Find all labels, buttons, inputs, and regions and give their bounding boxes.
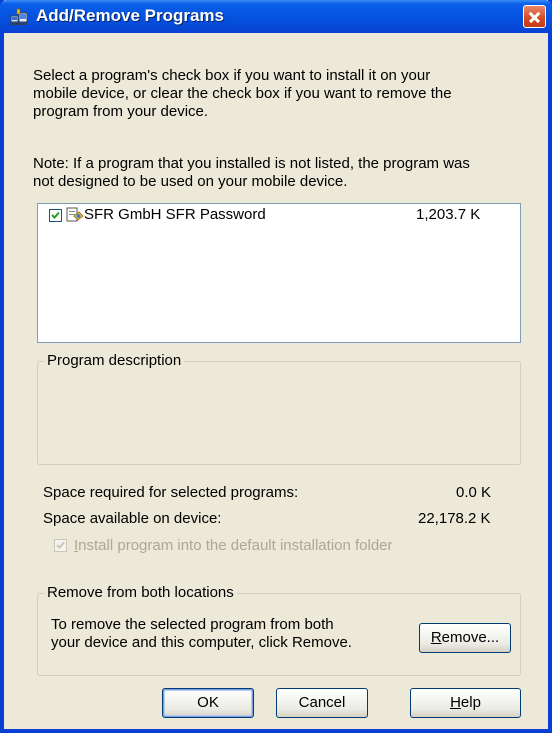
install-default-checkbox-row[interactable]: Install program into the default install…	[54, 536, 474, 556]
install-default-label: Install program into the default install…	[74, 537, 393, 555]
list-item[interactable]: SFR GmbH SFR Password 1,203.7 K	[38, 204, 520, 226]
remove-instructions-line-1: To remove the selected program from both	[51, 616, 334, 633]
space-required-value: 0.0 K	[456, 484, 492, 501]
close-icon[interactable]	[523, 5, 546, 28]
window-title: Add/Remove Programs	[36, 6, 224, 25]
help-access-key: H	[450, 694, 461, 711]
program-description-group: Program description	[37, 352, 521, 465]
space-required-label: Space required for selected programs:	[43, 484, 299, 501]
remove-access-key: R	[430, 629, 442, 646]
remove-button-label: emove...	[441, 629, 500, 646]
setup-package-icon	[66, 207, 84, 222]
instructions-line-2: mobile device, or clear the check box if…	[33, 85, 452, 102]
program-list[interactable]: SFR GmbH SFR Password 1,203.7 K	[37, 203, 521, 343]
remove-group-legend: Remove from both locations	[44, 584, 237, 602]
note-line-1: Note: If a program that you installed is…	[33, 155, 470, 172]
check-mark-icon	[51, 211, 60, 219]
remove-button[interactable]: Remove...	[419, 623, 511, 653]
program-checkbox[interactable]	[49, 209, 62, 222]
help-button[interactable]: Help	[410, 688, 521, 718]
install-default-label-text: nstall program into the default installa…	[78, 537, 393, 554]
install-default-checkbox[interactable]	[54, 539, 67, 552]
instructions-line-1: Select a program's check box if you want…	[33, 67, 431, 84]
program-description-legend: Program description	[44, 352, 185, 370]
space-available-value: 22,178.2 K	[418, 510, 491, 527]
program-name: SFR GmbH SFR Password	[84, 206, 266, 223]
note-line-2: not designed to be used on your mobile d…	[33, 173, 348, 190]
ok-button[interactable]: OK	[162, 688, 254, 718]
help-button-label: elp	[460, 694, 481, 711]
add-remove-programs-dialog: Add/Remove Programs Select a program's c…	[0, 0, 552, 733]
program-size: 1,203.7 K	[416, 206, 481, 223]
remove-instructions-line-2: your device and this computer, click Rem…	[51, 634, 352, 651]
add-remove-programs-icon	[10, 8, 28, 25]
instructions-line-3: program from your device.	[33, 103, 209, 120]
check-mark-icon	[56, 541, 65, 549]
cancel-button[interactable]: Cancel	[276, 688, 368, 718]
remove-group: Remove from both locations To remove the…	[37, 584, 521, 676]
space-available-label: Space available on device:	[43, 510, 222, 527]
title-bar[interactable]: Add/Remove Programs	[0, 0, 552, 33]
